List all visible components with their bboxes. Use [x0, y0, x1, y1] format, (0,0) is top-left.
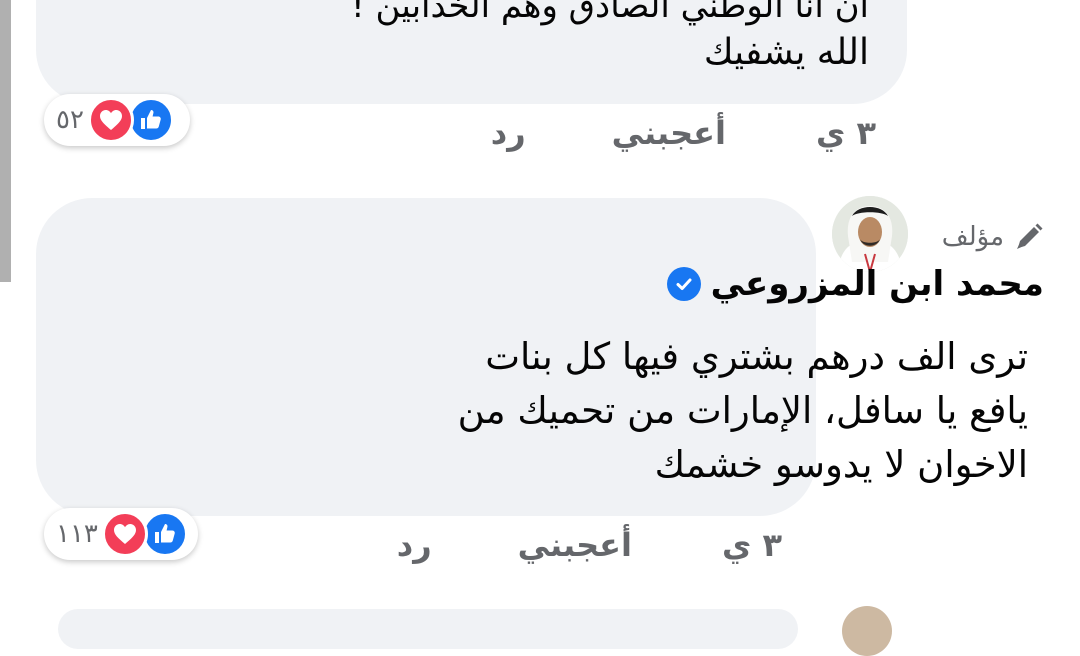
reply-button[interactable]: رد: [397, 526, 432, 564]
comment-actions: ٣ ي أعجبني رد: [397, 526, 782, 564]
like-icon: [141, 511, 188, 557]
reaction-count: ٥٢: [56, 105, 84, 135]
comment-bubble: [58, 609, 798, 649]
comment-bubble: أن أنا الوطني الصادق وهم الخدابين ! الله…: [36, 0, 907, 104]
comment-text-line: ترى الف درهم بشتري فيها كل بنات: [485, 335, 1028, 378]
reaction-count: ١١٣: [56, 519, 98, 549]
heart-icon: [101, 511, 148, 557]
like-button[interactable]: أعجبني: [612, 114, 726, 152]
reaction-summary[interactable]: ٥٢: [44, 94, 190, 146]
author-badge: مؤلف: [942, 222, 1044, 252]
commenter-name[interactable]: محمد ابن المزروعي: [711, 264, 1044, 304]
comment-text-line: يافع يا سافل، الإمارات من تحميك من: [457, 389, 1028, 432]
pencil-icon: [1014, 222, 1044, 252]
comment-text-line: الاخوان لا يدوسو خشمك: [654, 443, 1028, 486]
reaction-summary[interactable]: ١١٣: [44, 508, 198, 560]
author-badge-label: مؤلف: [941, 222, 1004, 252]
commenter-name-row: محمد ابن المزروعي: [666, 264, 1044, 304]
comment-text-line: الله يشفيك: [703, 32, 869, 73]
comment-time[interactable]: ٣ ي: [722, 526, 782, 564]
avatar[interactable]: [842, 606, 892, 656]
like-button[interactable]: أعجبني: [518, 526, 632, 564]
avatar[interactable]: [832, 196, 908, 272]
comment-text-line: أن أنا الوطني الصادق وهم الخدابين !: [351, 0, 869, 26]
comment-text: ترى الف درهم بشتري فيها كل بنات يافع يا …: [388, 330, 1028, 492]
heart-icon: [87, 97, 134, 143]
comment-time[interactable]: ٣ ي: [816, 114, 876, 152]
like-icon: [127, 97, 174, 143]
comment-actions: ٣ ي أعجبني رد: [491, 114, 876, 152]
reply-button[interactable]: رد: [491, 114, 526, 152]
verified-check-icon: [666, 267, 701, 301]
scrollbar[interactable]: [0, 0, 11, 282]
